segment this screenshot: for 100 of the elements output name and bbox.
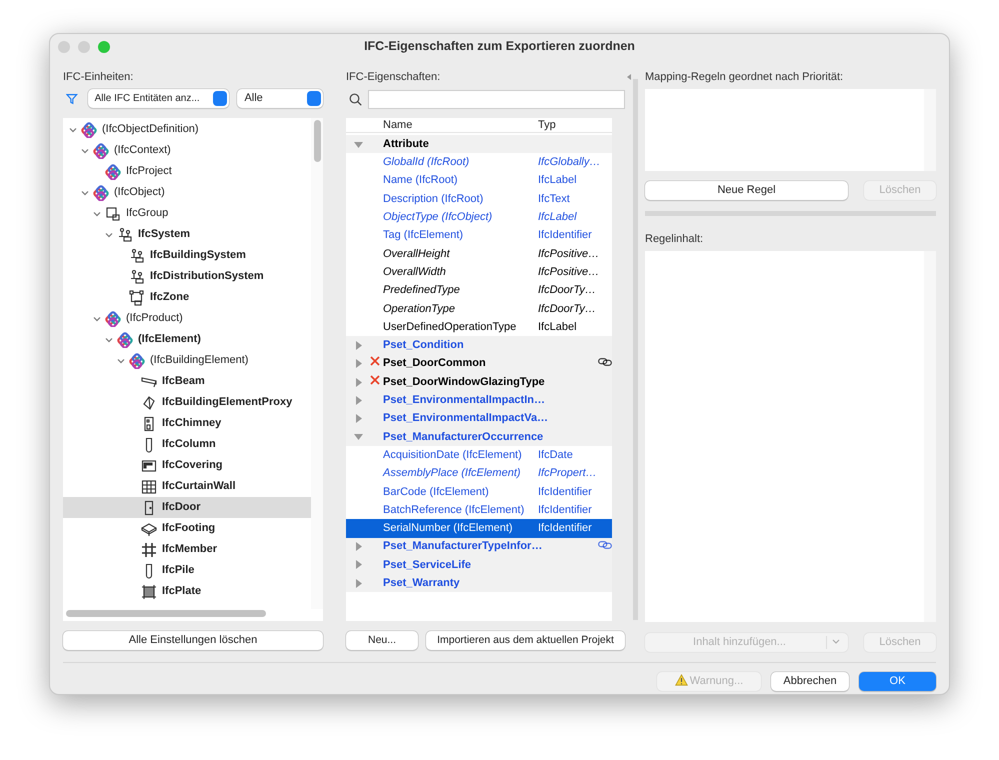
tree-item[interactable]: IfcPile — [63, 560, 311, 581]
property-type: IfcDoorTy… — [538, 283, 597, 298]
tree-item[interactable]: IfcBuildingElementProxy — [63, 392, 311, 413]
tree-item[interactable]: (IfcProduct) — [63, 308, 311, 329]
disclosure-triangle-icon[interactable] — [354, 340, 362, 350]
column-header[interactable]: Name — [383, 116, 538, 134]
tree-item[interactable]: (IfcContext) — [63, 140, 311, 161]
property-type: IfcIdentifier — [538, 228, 593, 244]
property-row[interactable]: Tag (IfcElement) IfcIdentifier — [346, 226, 612, 245]
new-button[interactable]: Neu... — [346, 631, 418, 650]
knot-icon — [93, 184, 109, 200]
curtain-wall-icon — [141, 478, 157, 494]
tree-item[interactable]: (IfcObjectDefinition) — [63, 119, 311, 140]
new-rule-button[interactable]: Neue Regel — [645, 180, 848, 200]
tree-item[interactable]: IfcMember — [63, 539, 311, 560]
property-type: IfcIdentifier — [538, 521, 593, 536]
property-row[interactable]: AssemblyPlace (IfcElement) IfcPropert… — [346, 464, 612, 483]
knot-icon — [105, 164, 121, 180]
filter-icon[interactable] — [66, 92, 78, 104]
ok-button[interactable]: OK — [859, 672, 936, 691]
group-name[interactable]: Pset_Warranty — [383, 577, 460, 590]
tree-item[interactable]: IfcBeam — [63, 371, 311, 392]
disclosure-triangle-icon[interactable] — [354, 542, 362, 552]
tree-item[interactable]: IfcSystem — [63, 224, 311, 245]
group-name[interactable]: Attribute — [383, 138, 429, 150]
tree-item[interactable]: IfcCovering — [63, 455, 311, 476]
close-button[interactable] — [58, 41, 70, 53]
tree-item[interactable]: (IfcElement) — [63, 329, 311, 350]
property-name: PredefinedType — [383, 283, 461, 298]
tree-item[interactable]: (IfcBuildingElement) — [63, 350, 311, 371]
property-name: OverallWidth — [383, 264, 447, 280]
property-row[interactable]: BarCode (IfcElement) IfcIdentifier — [346, 482, 612, 501]
knot-icon — [81, 122, 97, 138]
filter-dropdown[interactable]: Alle IFC Entitäten anz... — [88, 89, 230, 108]
column-header[interactable]: Typ — [538, 116, 598, 134]
disclosure-triangle-icon[interactable] — [354, 140, 362, 149]
tree-item[interactable]: IfcDistributionSystem — [63, 266, 311, 287]
tree-item[interactable]: IfcPlate — [63, 581, 311, 602]
property-type: IfcIdentifier — [538, 484, 593, 500]
tree-item[interactable]: IfcCurtainWall — [63, 476, 311, 497]
scrollbar-thumb[interactable] — [314, 120, 321, 162]
import-button[interactable]: Importieren aus dem aktuellen Projekt — [426, 631, 625, 650]
system-icon — [129, 268, 145, 284]
property-row[interactable]: BatchReference (IfcElement) IfcIdentifier — [346, 500, 612, 520]
property-type: IfcText — [538, 192, 571, 207]
property-name: UserDefinedOperationType — [383, 320, 518, 335]
disclosure-triangle-icon[interactable] — [354, 396, 362, 405]
property-row[interactable]: ObjectType (IfcObject) IfcLabel — [346, 208, 612, 226]
group-icon — [105, 206, 121, 222]
property-name: GlobalId (IfcRoot) — [383, 155, 470, 170]
property-row[interactable]: UserDefinedOperationType IfcLabel — [346, 318, 612, 336]
property-type: IfcPositive… — [538, 246, 598, 262]
plate-icon — [141, 584, 157, 600]
disclosure-triangle-icon[interactable] — [354, 578, 362, 588]
tree-item[interactable]: IfcProject — [63, 161, 311, 182]
cancel-button[interactable]: Abbrechen — [771, 672, 849, 691]
property-row[interactable]: GlobalId (IfcRoot) IfcGlobally… — [346, 153, 612, 172]
disclosure-triangle-icon[interactable] — [354, 359, 362, 368]
scope-dropdown[interactable]: Alle — [237, 89, 324, 108]
tree-item[interactable]: (IfcObject) — [63, 182, 311, 203]
warning-icon — [674, 674, 688, 686]
property-type: IfcIdentifier — [538, 502, 593, 518]
property-name: ObjectType (IfcObject) — [383, 210, 494, 226]
search-field[interactable] — [368, 90, 625, 108]
property-type: IfcLabel — [538, 173, 578, 188]
property-row[interactable]: OverallHeight IfcPositive… — [346, 244, 612, 264]
property-type: IfcDoorTy… — [538, 302, 597, 317]
property-row[interactable]: OperationType IfcDoorTy… — [346, 300, 612, 318]
window-title: IFC-Eigenschaften zum Exportieren zuordnen — [364, 39, 635, 54]
property-name: BatchReference (IfcElement) — [383, 502, 526, 518]
disclosure-triangle-icon[interactable] — [354, 378, 362, 386]
tree-item[interactable]: IfcZone — [63, 287, 311, 308]
property-row[interactable]: Name (IfcRoot) IfcLabel — [346, 172, 612, 190]
property-row[interactable]: PredefinedType IfcDoorTy… — [346, 281, 612, 300]
property-row[interactable]: Description (IfcRoot) IfcText — [346, 190, 612, 208]
clear-all-button[interactable]: Alle Einstellungen löschen — [63, 631, 323, 650]
disclosure-triangle-icon[interactable] — [354, 414, 362, 424]
tree-item[interactable]: IfcFooting — [63, 518, 311, 539]
property-name: Description (IfcRoot) — [383, 192, 484, 207]
property-name: OverallHeight — [383, 246, 451, 262]
minimize-button[interactable] — [78, 41, 90, 53]
zoom-button[interactable] — [98, 41, 110, 53]
scrollbar-thumb[interactable] — [66, 610, 266, 617]
tree-item[interactable]: IfcColumn — [63, 434, 311, 455]
knot-icon — [129, 352, 145, 368]
disclosure-triangle-icon[interactable] — [354, 432, 362, 442]
property-row[interactable]: SerialNumber (IfcElement) IfcIdentifier — [346, 519, 612, 538]
proxy-icon — [141, 394, 157, 410]
tree-item[interactable]: IfcChimney — [63, 413, 311, 434]
tree-item[interactable]: IfcBuildingSystem — [63, 245, 311, 266]
panel-label: IFC-Eigenschaften: — [346, 70, 440, 85]
property-row[interactable]: AcquisitionDate (IfcElement) IfcDate — [346, 446, 612, 464]
property-name: BarCode (IfcElement) — [383, 484, 490, 500]
splitter[interactable] — [632, 79, 638, 620]
footing-icon — [141, 520, 157, 536]
property-row[interactable]: OverallWidth IfcPositive… — [346, 263, 612, 282]
tree-item[interactable]: IfcGroup — [63, 203, 311, 224]
tree-item[interactable]: IfcDoor — [63, 497, 311, 518]
disclosure-triangle-icon[interactable] — [354, 560, 362, 570]
property-type: IfcLabel — [538, 320, 578, 335]
